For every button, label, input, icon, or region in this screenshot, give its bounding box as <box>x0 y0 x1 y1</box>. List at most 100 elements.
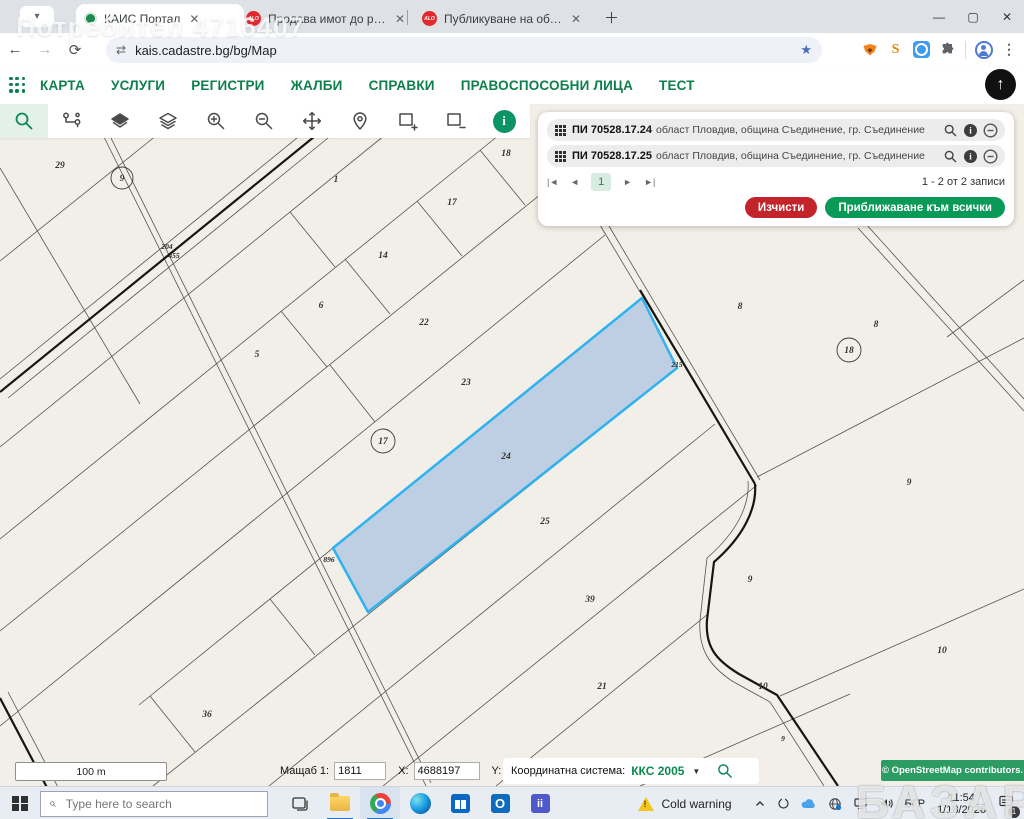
tab-close-icon[interactable]: ✕ <box>571 12 581 26</box>
parcel-label: 455 <box>167 251 180 260</box>
teams-button[interactable]: ii <box>520 787 560 819</box>
parcel-label: 22 <box>418 318 429 328</box>
crs-select[interactable]: ККС 2005 <box>631 764 684 778</box>
zoom-in-tool-icon[interactable] <box>192 104 240 138</box>
omnibox[interactable]: ⇄ kais.cadastre.bg/bg/Map ★ <box>106 37 822 63</box>
tab-alo-1[interactable]: ALO Продава имот до регулация в ✕ <box>238 4 417 33</box>
nav-spravki[interactable]: СПРАВКИ <box>369 78 435 93</box>
zoom-to-all-button[interactable]: Приближаване към всички <box>825 197 1005 218</box>
weather-warning-icon[interactable] <box>638 797 654 811</box>
result-info-icon[interactable]: i <box>962 122 979 139</box>
taskbar-search[interactable]: ⌕ <box>40 791 268 817</box>
window-close-button[interactable]: ✕ <box>990 0 1024 33</box>
language-indicator[interactable]: БГР <box>905 798 926 810</box>
scale-label: Мащаб 1: <box>280 765 329 777</box>
result-row-2[interactable]: ПИ 70528.17.25 област Пловдив, община Съ… <box>547 145 1005 167</box>
taskbar-search-input[interactable] <box>64 796 238 812</box>
parcel-grid-icon <box>555 125 566 136</box>
network-globe-icon[interactable] <box>828 797 842 811</box>
scale-input[interactable] <box>334 762 386 780</box>
s-extension-icon[interactable]: S <box>887 41 904 58</box>
reload-icon[interactable]: ⟳ <box>60 41 90 59</box>
chrome-button[interactable] <box>360 787 400 819</box>
tray-expand-icon[interactable] <box>754 798 766 810</box>
map-area: 2911817146225232425392136889910102044558… <box>0 104 1024 786</box>
new-tab-button[interactable]: ＋ <box>604 7 619 28</box>
tab-close-icon[interactable]: ✕ <box>189 12 199 26</box>
window-minimize-button[interactable]: — <box>922 0 956 33</box>
nav-karta[interactable]: КАРТА <box>40 78 85 93</box>
chevron-down-icon[interactable]: ▼ <box>692 767 700 776</box>
tab-search-button[interactable]: ▾ <box>20 6 54 27</box>
onedrive-cloud-icon[interactable] <box>801 798 817 810</box>
tab-strip: ▾ КАИС Портал ✕ ALO Продава имот до регу… <box>0 0 1024 33</box>
volume-icon[interactable] <box>879 797 894 810</box>
location-pin-icon[interactable] <box>336 104 384 138</box>
forward-icon[interactable]: → <box>30 41 60 58</box>
pan-tool-icon[interactable] <box>288 104 336 138</box>
pagination: |◄ ◄ 1 ► ►| 1 - 2 от 2 записи <box>547 171 1005 193</box>
zoom-out-tool-icon[interactable] <box>240 104 288 138</box>
tab-divider <box>407 10 408 25</box>
parcel-label: 1 <box>334 175 339 185</box>
notification-center-button[interactable]: 1 <box>998 794 1014 814</box>
tab-close-icon[interactable]: ✕ <box>395 12 405 26</box>
outlook-button[interactable]: O <box>480 787 520 819</box>
info-tool-button[interactable]: i <box>480 104 528 138</box>
store-icon <box>451 794 470 813</box>
file-explorer-button[interactable] <box>320 787 360 819</box>
window-maximize-button[interactable]: ▢ <box>956 0 990 33</box>
metamask-extension-icon[interactable] <box>861 41 878 58</box>
task-view-button[interactable] <box>280 787 320 819</box>
tab-alo-2[interactable]: ALO Публикуване на обява - Прод ✕ <box>414 4 593 33</box>
sitemap-tool-icon[interactable] <box>48 104 96 138</box>
bookmark-star-icon[interactable]: ★ <box>800 42 812 58</box>
nav-registri[interactable]: РЕГИСТРИ <box>191 78 264 93</box>
url-text[interactable]: kais.cadastre.bg/bg/Map <box>135 43 800 58</box>
extensions-puzzle-icon[interactable] <box>939 41 956 58</box>
store-button[interactable] <box>440 787 480 819</box>
back-icon[interactable]: ← <box>0 41 30 58</box>
nav-zhalbi[interactable]: ЖАЛБИ <box>291 78 343 93</box>
site-settings-icon[interactable]: ⇄ <box>116 43 125 57</box>
nav-test[interactable]: ТЕСТ <box>659 78 695 93</box>
nav-pravosposobni-litsa[interactable]: ПРАВОСПОСОБНИ ЛИЦА <box>461 78 633 93</box>
parcel-label: 36 <box>201 710 212 720</box>
page-current[interactable]: 1 <box>591 173 611 191</box>
browser-menu-icon[interactable]: ⋮ <box>1002 41 1016 58</box>
zoom-box-out-icon[interactable] <box>432 104 480 138</box>
apps-grid-icon[interactable] <box>9 77 26 94</box>
blue-extension-icon[interactable] <box>913 41 930 58</box>
page-first-icon[interactable]: |◄ <box>547 177 558 187</box>
search-tool-button[interactable] <box>0 104 48 138</box>
result-row-1[interactable]: ПИ 70528.17.24 област Пловдив, община Съ… <box>547 119 1005 141</box>
clear-button[interactable]: Изчисти <box>745 197 817 218</box>
page-last-icon[interactable]: ►| <box>644 177 655 187</box>
remove-result-icon[interactable] <box>982 122 999 139</box>
alo-favicon: ALO <box>246 11 261 26</box>
zoom-to-result-icon[interactable] <box>942 148 959 165</box>
page-prev-icon[interactable]: ◄ <box>570 177 579 187</box>
zoom-to-result-icon[interactable] <box>942 122 959 139</box>
clock-time: 11:54 <box>937 792 986 804</box>
remove-result-icon[interactable] <box>982 148 999 165</box>
osm-attribution[interactable]: © OpenStreetMap contributors. <box>881 760 1024 781</box>
layers-filled-icon[interactable] <box>96 104 144 138</box>
profile-avatar-icon[interactable] <box>975 41 993 59</box>
scroll-top-button[interactable]: ↑ <box>985 69 1016 100</box>
layers-stack-icon[interactable] <box>144 104 192 138</box>
result-info-icon[interactable]: i <box>962 148 979 165</box>
taskbar-clock[interactable]: 11:54 1/18/2026 <box>937 792 986 816</box>
tray-app-icon[interactable] <box>777 797 790 810</box>
edge-button[interactable] <box>400 787 440 819</box>
start-button[interactable] <box>0 787 40 819</box>
ethernet-icon[interactable] <box>853 797 868 810</box>
tab-kais[interactable]: КАИС Портал ✕ <box>76 4 244 33</box>
x-coordinate-input[interactable] <box>414 762 480 780</box>
zoom-box-in-icon[interactable] <box>384 104 432 138</box>
coordinate-search-icon[interactable] <box>716 762 734 780</box>
weather-text[interactable]: Cold warning <box>662 797 732 811</box>
nav-uslugi[interactable]: УСЛУГИ <box>111 78 165 93</box>
page-next-icon[interactable]: ► <box>623 177 632 187</box>
coordinate-system-box: Координатна система: ККС 2005 ▼ <box>503 758 759 784</box>
